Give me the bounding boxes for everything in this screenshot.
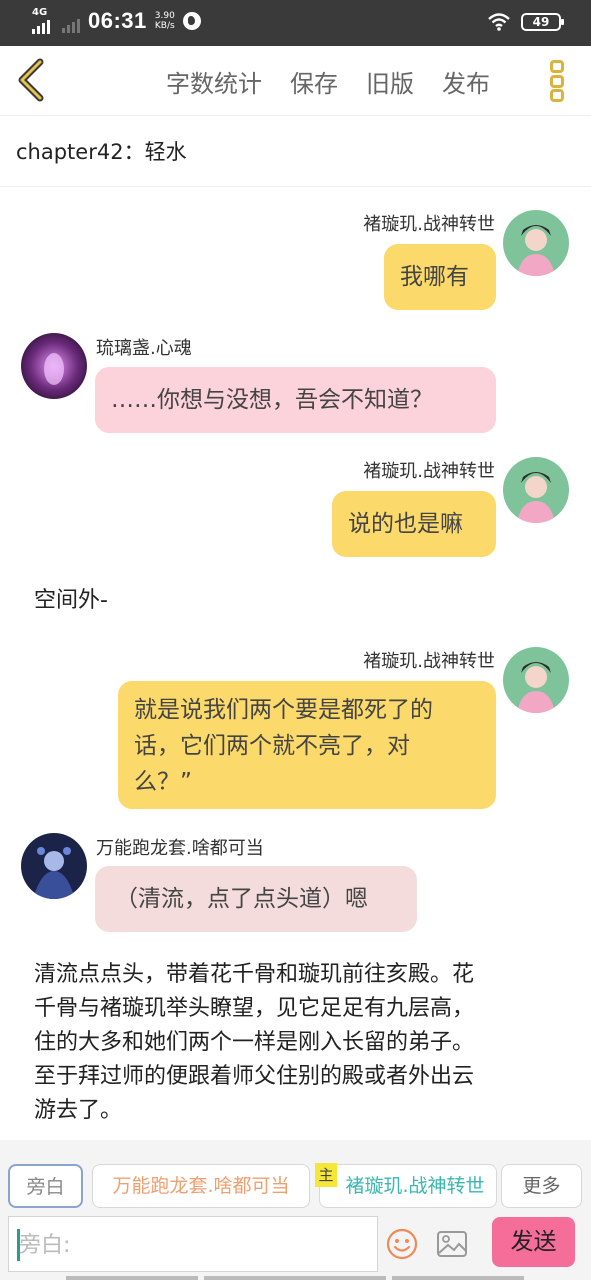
globe-icon <box>182 12 201 30</box>
narration-line: 游去了。 <box>34 1098 123 1123</box>
toolbar-actions: 字数统计 保存 旧版 发布 <box>166 64 490 99</box>
clock: 06:31 <box>88 8 147 33</box>
message-line: 话，它们两个就不亮了，对 <box>134 733 410 759</box>
emoji-icon[interactable] <box>386 1228 418 1260</box>
avatar[interactable] <box>503 210 569 276</box>
narration-line: 至于拜过师的便跟着师父住别的殿或者外出云 <box>34 1064 475 1089</box>
signal2-icon <box>62 17 80 33</box>
message-bubble[interactable]: （清流，点了点头道）嗯 <box>95 866 417 932</box>
message-line: 就是说我们两个要是都死了的 <box>134 697 433 723</box>
role-chip-role1[interactable]: 万能跑龙套.啥都可当 <box>92 1164 310 1208</box>
gesture-bar <box>204 1276 386 1280</box>
gesture-bar <box>392 1276 524 1280</box>
message-input-box[interactable] <box>8 1216 378 1272</box>
role-chip-role2[interactable]: 褚璇玑.战神转世 <box>319 1164 497 1208</box>
speaker-name: 褚璇玑.战神转世 <box>363 214 495 235</box>
message-bubble[interactable]: 我哪有 <box>384 244 496 310</box>
signal-icon <box>32 18 50 34</box>
message-line: 么？” <box>134 769 192 795</box>
more-dots-icon[interactable] <box>550 56 570 106</box>
message-bubble[interactable]: 说的也是嘛 <box>332 491 496 557</box>
avatar[interactable] <box>503 647 569 713</box>
avatar[interactable] <box>21 333 87 399</box>
speaker-name: 褚璇玑.战神转世 <box>363 461 495 482</box>
chapter-title[interactable]: chapter42：轻水 <box>16 136 187 166</box>
message-bubble[interactable]: ……你想与没想，吾会不知道？ <box>95 367 496 433</box>
message-bubble[interactable]: 就是说我们两个要是都死了的 话，它们两个就不亮了，对 么？” <box>118 681 496 809</box>
speaker-name: 万能跑龙套.啥都可当 <box>96 838 264 859</box>
old-version-button[interactable]: 旧版 <box>366 64 414 99</box>
back-chevron-icon[interactable] <box>12 58 52 102</box>
top-toolbar: 字数统计 保存 旧版 发布 <box>0 46 591 116</box>
speaker-name: 褚璇玑.战神转世 <box>363 651 495 672</box>
publish-button[interactable]: 发布 <box>442 64 490 99</box>
speed-unit: KB/s <box>154 21 175 31</box>
speed-value: 3.90 <box>154 11 175 21</box>
narration-line: 住的大多和她们两个一样是刚入长留的弟子。 <box>34 1030 475 1055</box>
narration-line: 清流点点头，带着花千骨和璇玑前往亥殿。花 <box>34 962 475 987</box>
narration-paragraph[interactable]: 清流点点头，带着花千骨和璇玑前往亥殿。花 千骨与褚璇玑举头瞭望，见它足足有九层高… <box>34 958 564 1128</box>
battery-icon: 49 <box>521 13 564 31</box>
role-chip-narrator[interactable]: 旁白 <box>8 1164 83 1208</box>
network-type: 4G <box>32 7 48 18</box>
net-speed: 3.90 KB/s <box>155 11 175 31</box>
save-button[interactable]: 保存 <box>290 64 338 99</box>
avatar[interactable] <box>21 833 87 899</box>
image-icon[interactable] <box>436 1230 468 1258</box>
narration-line: 千骨与褚璇玑举头瞭望，见它足足有九层高， <box>34 996 475 1021</box>
wifi-icon <box>488 13 510 31</box>
word-count-button[interactable]: 字数统计 <box>166 64 262 99</box>
speaker-name: 琉璃盏.心魂 <box>96 338 192 359</box>
message-input[interactable] <box>19 1225 369 1265</box>
more-roles-button[interactable]: 更多 <box>501 1164 582 1208</box>
signal-group: 4G <box>32 8 54 34</box>
gesture-bar <box>66 1276 198 1280</box>
send-button[interactable]: 发送 <box>492 1217 575 1267</box>
main-role-badge: 主 <box>315 1163 337 1187</box>
avatar[interactable] <box>503 457 569 523</box>
status-bar: 4G 06:31 3.90 KB/s 49 <box>0 0 591 46</box>
divider <box>0 186 591 187</box>
narration-text[interactable]: 空间外- <box>34 584 108 618</box>
